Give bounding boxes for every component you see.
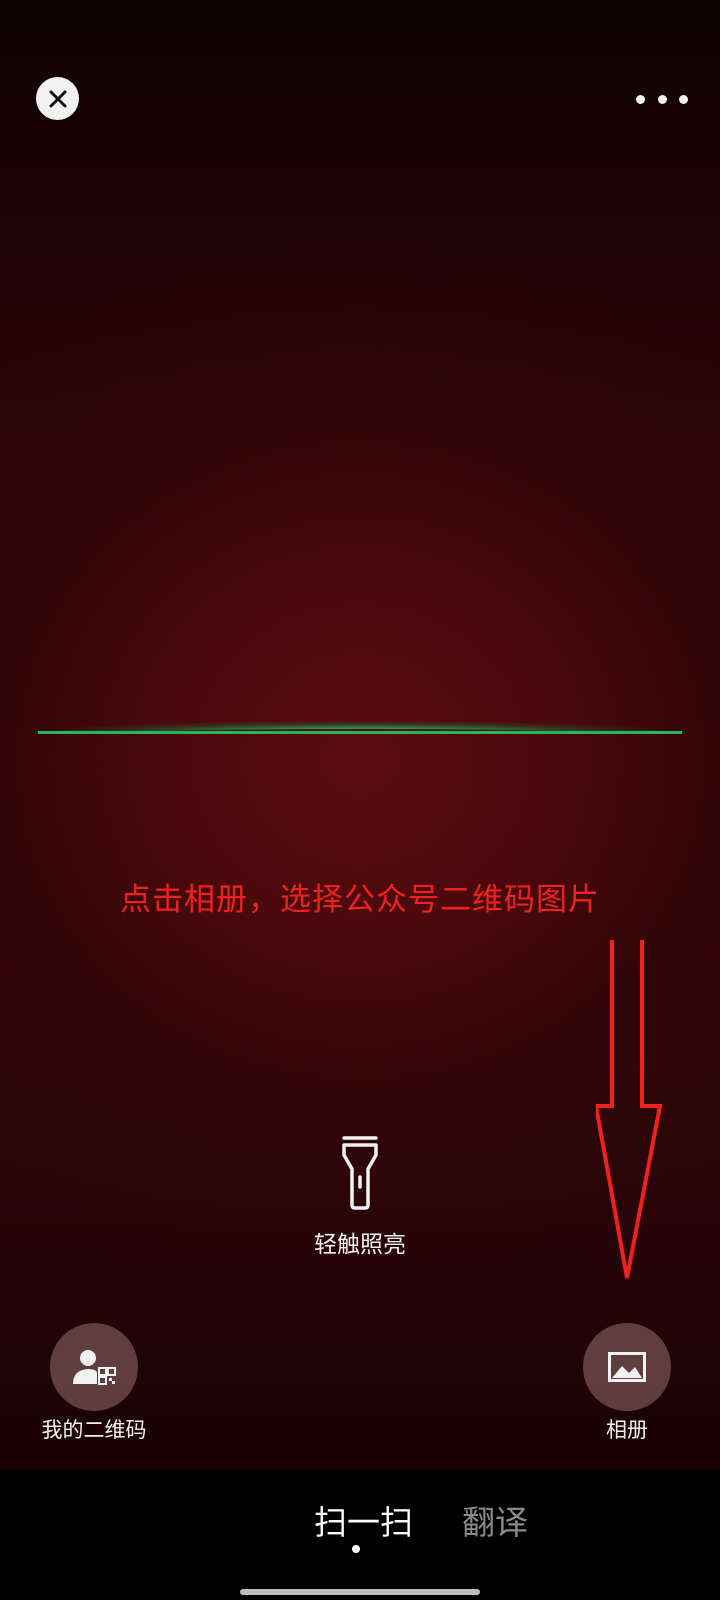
flashlight-icon <box>342 1136 378 1210</box>
album-label: 相册 <box>606 1418 648 1442</box>
my-qr-code-button[interactable] <box>50 1323 138 1411</box>
more-icon-dot <box>679 94 688 104</box>
close-icon <box>49 90 66 107</box>
down-arrow-annotation <box>596 940 663 1279</box>
album-button[interactable] <box>583 1323 671 1411</box>
scan-line <box>28 707 692 734</box>
active-tab-indicator <box>352 1545 360 1553</box>
image-icon <box>608 1352 646 1382</box>
flashlight-label: 轻触照亮 <box>314 1232 406 1258</box>
home-indicator[interactable] <box>240 1589 480 1595</box>
more-icon-dot <box>657 94 667 104</box>
instruction-annotation: 点击相册，选择公众号二维码图片 <box>120 882 600 918</box>
more-icon-dot <box>636 94 645 104</box>
tab-scan[interactable]: 扫一扫 <box>314 1496 413 1544</box>
user-qr-icon <box>73 1350 116 1385</box>
more-options-button[interactable] <box>636 84 688 114</box>
my-qr-code-label: 我的二维码 <box>41 1418 147 1442</box>
tab-translate[interactable]: 翻译 <box>462 1496 528 1544</box>
close-button[interactable] <box>36 77 79 120</box>
flashlight-toggle[interactable]: 轻触照亮 <box>260 1135 460 1259</box>
